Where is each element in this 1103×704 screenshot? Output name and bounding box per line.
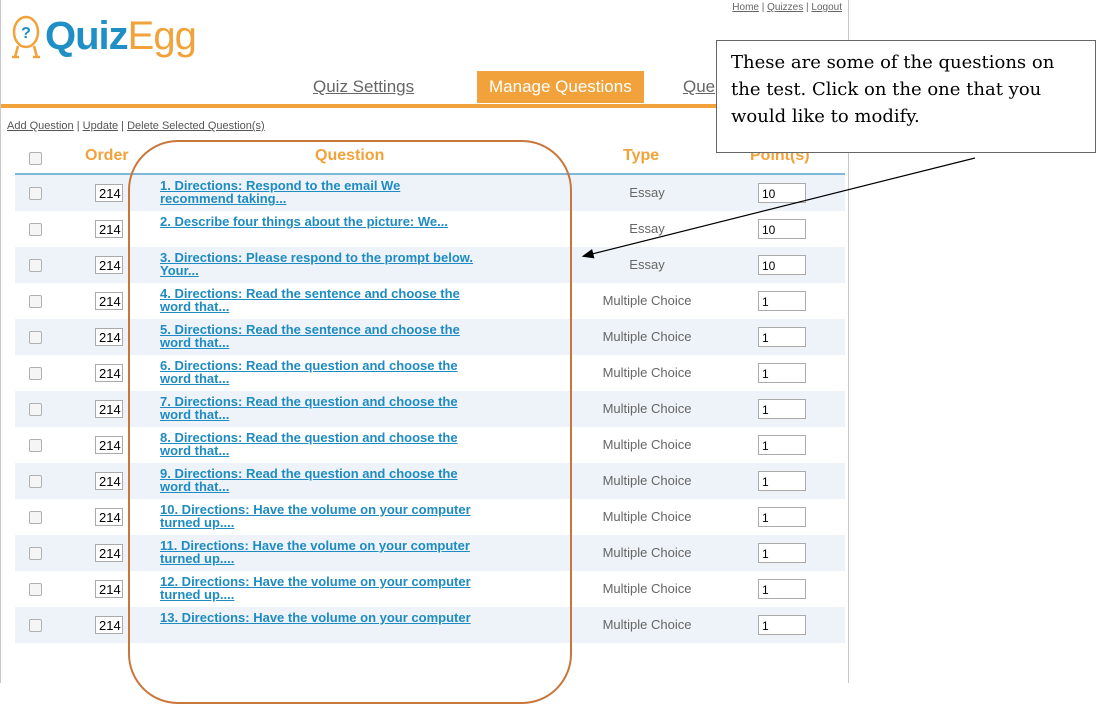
annotation-arrow xyxy=(581,157,976,259)
